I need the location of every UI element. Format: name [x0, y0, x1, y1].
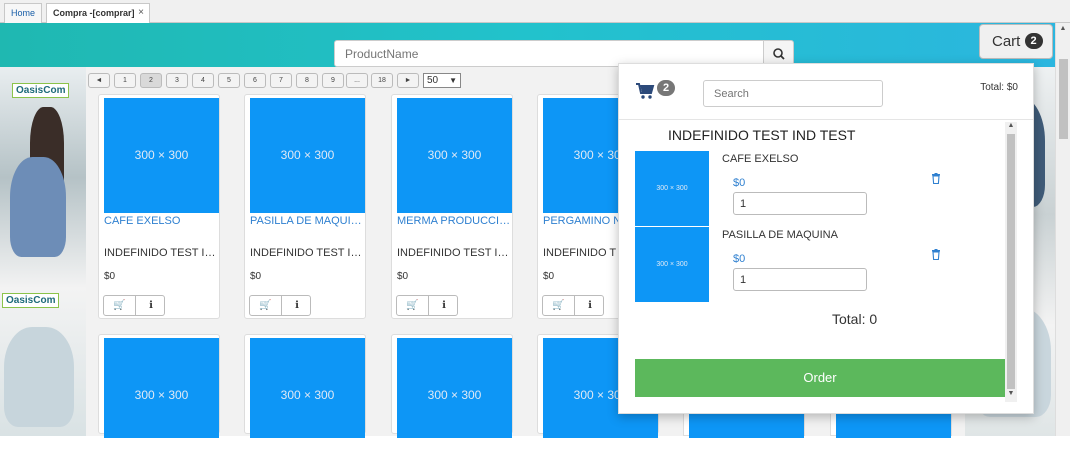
product-card: 300 × 300: [244, 334, 366, 438]
product-brand: INDEFINIDO TEST IND TEST: [250, 247, 365, 259]
cart-count-badge: 2: [1024, 33, 1043, 49]
cart-item-image: 300 × 300: [635, 151, 709, 226]
cart-icon: 🛒: [406, 300, 419, 311]
cart-button[interactable]: Cart 2: [979, 24, 1053, 59]
pager-ellipsis[interactable]: ...: [346, 73, 368, 88]
scroll-up-icon[interactable]: ▲: [1058, 25, 1068, 32]
cart-item-image: 300 × 300: [635, 227, 709, 302]
cart-icon: 🛒: [259, 300, 272, 311]
product-card: 300 × 300: [391, 334, 513, 438]
info-button[interactable]: ℹ: [281, 296, 312, 315]
cart-item-price: $0: [733, 177, 746, 189]
add-to-cart-button[interactable]: 🛒: [104, 296, 135, 315]
product-image[interactable]: 300 × 300: [250, 338, 365, 438]
product-name[interactable]: CAFE EXELSO: [104, 215, 219, 227]
product-actions: 🛒 ℹ: [396, 295, 458, 316]
page-size-select[interactable]: 50 ▼: [423, 73, 461, 88]
add-to-cart-button[interactable]: 🛒: [543, 296, 574, 315]
info-icon: ℹ: [295, 300, 299, 311]
tab-compra[interactable]: Compra -[comprar] ×: [46, 3, 150, 24]
info-button[interactable]: ℹ: [428, 296, 459, 315]
product-price: $0: [250, 271, 262, 282]
cart-item-list: INDEFINIDO TEST IND TEST 300 × 300 CAFE …: [634, 121, 1022, 401]
window-scrollbar[interactable]: ▲: [1055, 23, 1070, 436]
divider: [619, 119, 1033, 120]
scroll-up-icon[interactable]: ▲: [1006, 122, 1016, 129]
pager-page[interactable]: 1: [114, 73, 136, 88]
pager-page[interactable]: 7: [270, 73, 292, 88]
close-tab-icon[interactable]: ×: [138, 4, 144, 22]
order-button[interactable]: Order: [635, 359, 1005, 397]
cart-label: Cart: [992, 33, 1021, 50]
product-image[interactable]: 300 × 300: [104, 338, 219, 438]
scroll-thumb[interactable]: [1059, 59, 1068, 139]
product-image[interactable]: 300 × 300: [104, 98, 219, 213]
product-image[interactable]: 300 × 300: [397, 338, 512, 438]
product-card: 300 × 300: [98, 334, 220, 438]
oasiscom-logo: OasisCom: [12, 83, 70, 98]
oasiscom-logo: OasisCom: [2, 293, 60, 308]
product-actions: 🛒 ℹ: [103, 295, 165, 316]
scroll-thumb[interactable]: [1007, 134, 1015, 389]
cart-item-price: $0: [733, 253, 746, 265]
page-size-value: 50: [427, 75, 439, 86]
tab-compra-label: Compra -[comprar]: [53, 8, 135, 18]
product-price: $0: [543, 271, 555, 282]
pager-page[interactable]: 9: [322, 73, 344, 88]
left-banner: OasisCom OasisCom: [0, 67, 86, 436]
product-card: 300 × 300 CAFE EXELSO INDEFINIDO TEST IN…: [98, 94, 220, 319]
cart-dropdown: 2 Total: $0 INDEFINIDO TEST IND TEST 300…: [618, 63, 1034, 414]
pager-page[interactable]: 6: [244, 73, 266, 88]
product-image[interactable]: 300 × 300: [250, 98, 365, 213]
pager-next[interactable]: ►: [397, 73, 419, 88]
banner-person: [10, 157, 66, 257]
add-to-cart-button[interactable]: 🛒: [397, 296, 428, 315]
product-price: $0: [397, 271, 409, 282]
pager-prev[interactable]: ◄: [88, 73, 110, 88]
product-image[interactable]: 300 × 300: [397, 98, 512, 213]
cart-scrollbar[interactable]: ▲ ▼: [1005, 122, 1017, 402]
tab-strip: Home Compra -[comprar] ×: [0, 0, 1070, 24]
scroll-down-icon[interactable]: ▼: [1006, 390, 1016, 397]
info-icon: ℹ: [442, 300, 446, 311]
cart-total: Total: 0: [832, 311, 878, 327]
product-price: $0: [104, 271, 116, 282]
chevron-down-icon: ▼: [449, 76, 457, 85]
product-actions: 🛒 ℹ: [542, 295, 604, 316]
cart-item-name: CAFE EXELSO: [722, 153, 799, 165]
cart-brand-heading: INDEFINIDO TEST IND TEST: [668, 127, 856, 143]
info-icon: ℹ: [588, 300, 592, 311]
cart-item-qty-input[interactable]: [733, 268, 867, 291]
cart-item-qty-input[interactable]: [733, 192, 867, 215]
banner-person: [4, 327, 74, 427]
cart-item-name: PASILLA DE MAQUINA: [722, 229, 838, 241]
pager-page-last[interactable]: 18: [371, 73, 393, 88]
tab-home[interactable]: Home: [4, 3, 42, 23]
info-icon: ℹ: [149, 300, 153, 311]
cart-search-input[interactable]: [703, 80, 883, 107]
product-card: 300 × 300 PASILLA DE MAQUINA INDEFINIDO …: [244, 94, 366, 319]
pager-page[interactable]: 3: [166, 73, 188, 88]
product-brand: INDEFINIDO TEST IND TEST: [104, 247, 219, 259]
trash-icon[interactable]: [931, 173, 941, 187]
add-to-cart-button[interactable]: 🛒: [250, 296, 281, 315]
product-actions: 🛒 ℹ: [249, 295, 311, 316]
cart-icon: 🛒: [552, 300, 565, 311]
info-button[interactable]: ℹ: [574, 296, 605, 315]
cart-panel-count-badge: 2: [657, 80, 675, 96]
trash-icon[interactable]: [931, 249, 941, 263]
pager-page[interactable]: 8: [296, 73, 318, 88]
cart-total-top: Total: $0: [980, 82, 1018, 93]
pager-page-active[interactable]: 2: [140, 73, 162, 88]
pager-page[interactable]: 5: [218, 73, 240, 88]
product-card: 300 × 300 MERMA PRODUCCION INDEFINIDO TE…: [391, 94, 513, 319]
cart-icon: 🛒: [113, 300, 126, 311]
product-name[interactable]: MERMA PRODUCCION: [397, 215, 512, 227]
product-name[interactable]: PASILLA DE MAQUINA: [250, 215, 365, 227]
cart-icon: [635, 82, 655, 105]
pager-page[interactable]: 4: [192, 73, 214, 88]
info-button[interactable]: ℹ: [135, 296, 166, 315]
product-brand: INDEFINIDO TEST IND TEST: [397, 247, 512, 259]
